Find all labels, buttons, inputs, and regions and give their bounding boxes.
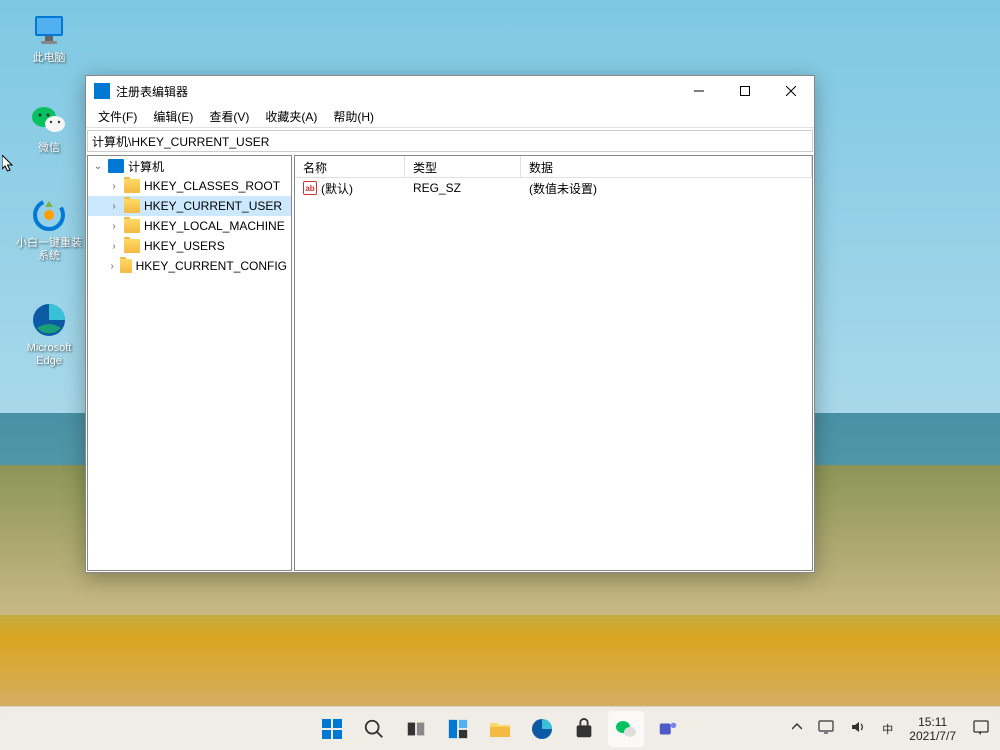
string-value-icon: ab xyxy=(303,181,317,195)
minimize-button[interactable] xyxy=(676,76,722,106)
value-name: (默认) xyxy=(321,180,353,197)
folder-icon xyxy=(124,179,140,193)
tree-root[interactable]: ⌄ 计算机 xyxy=(88,156,291,176)
tray-clock[interactable]: 15:11 2021/7/7 xyxy=(905,713,960,745)
wechat-icon xyxy=(29,100,69,140)
edge-button[interactable] xyxy=(524,711,560,747)
monitor-icon xyxy=(29,10,69,50)
tree-item-hklm[interactable]: › HKEY_LOCAL_MACHINE xyxy=(88,216,291,236)
expand-icon[interactable]: › xyxy=(108,241,120,252)
maximize-button[interactable] xyxy=(722,76,768,106)
desktop-icon-label: 微信 xyxy=(14,142,84,155)
teams-button[interactable] xyxy=(650,711,686,747)
regedit-window: 注册表编辑器 文件(F) 编辑(E) 查看(V) 收藏夹(A) 帮助(H) 计算… xyxy=(85,75,815,573)
tree-item-hku[interactable]: › HKEY_USERS xyxy=(88,236,291,256)
computer-icon xyxy=(108,159,124,173)
reinstall-icon xyxy=(29,195,69,235)
expand-icon[interactable]: › xyxy=(108,201,120,212)
tree-item-label: HKEY_CURRENT_CONFIG xyxy=(136,259,287,273)
edge-icon xyxy=(29,300,69,340)
tray-date: 2021/7/7 xyxy=(909,729,956,743)
menu-favorites[interactable]: 收藏夹(A) xyxy=(257,106,325,127)
task-view-button[interactable] xyxy=(398,711,434,747)
tree-item-hkcc[interactable]: › HKEY_CURRENT_CONFIG xyxy=(88,256,291,276)
desktop-icon-wechat[interactable]: 微信 xyxy=(14,100,84,155)
value-type: REG_SZ xyxy=(405,179,521,197)
desktop-icon-label: Microsoft Edge xyxy=(14,342,84,368)
tray-overflow[interactable] xyxy=(788,720,806,737)
menu-help[interactable]: 帮助(H) xyxy=(325,106,382,127)
col-name[interactable]: 名称 xyxy=(295,156,405,177)
wechat-button[interactable] xyxy=(608,711,644,747)
window-title: 注册表编辑器 xyxy=(116,83,676,100)
folder-icon xyxy=(124,199,140,213)
list-header: 名称 类型 数据 xyxy=(295,156,812,178)
menubar: 文件(F) 编辑(E) 查看(V) 收藏夹(A) 帮助(H) xyxy=(86,106,814,128)
collapse-icon[interactable]: ⌄ xyxy=(92,161,104,172)
expand-icon[interactable]: › xyxy=(108,261,116,272)
titlebar[interactable]: 注册表编辑器 xyxy=(86,76,814,106)
tree-item-label: HKEY_CLASSES_ROOT xyxy=(144,179,280,193)
desktop-icon-reinstall[interactable]: 小白一键重装系统 xyxy=(14,195,84,263)
widgets-button[interactable] xyxy=(440,711,476,747)
search-button[interactable] xyxy=(356,711,392,747)
tree-root-label: 计算机 xyxy=(128,158,164,175)
store-button[interactable] xyxy=(566,711,602,747)
tree-item-label: HKEY_USERS xyxy=(144,239,225,253)
tray-monitor-icon[interactable] xyxy=(814,717,838,740)
expand-icon[interactable]: › xyxy=(108,181,120,192)
menu-file[interactable]: 文件(F) xyxy=(90,106,145,127)
expand-icon[interactable]: › xyxy=(108,221,120,232)
tray-time: 15:11 xyxy=(909,715,956,729)
close-button[interactable] xyxy=(768,76,814,106)
col-type[interactable]: 类型 xyxy=(405,156,521,177)
tree-item-hkcu[interactable]: › HKEY_CURRENT_USER xyxy=(88,196,291,216)
taskbar: 中 15:11 2021/7/7 xyxy=(0,706,1000,750)
menu-edit[interactable]: 编辑(E) xyxy=(145,106,201,127)
value-data: (数值未设置) xyxy=(521,178,812,199)
explorer-button[interactable] xyxy=(482,711,518,747)
folder-icon xyxy=(124,239,140,253)
tray-volume-icon[interactable] xyxy=(846,717,870,740)
start-button[interactable] xyxy=(314,711,350,747)
tray-notifications-icon[interactable] xyxy=(968,716,994,741)
folder-icon xyxy=(124,219,140,233)
tray-ime[interactable]: 中 xyxy=(878,719,897,739)
tree-item-label: HKEY_LOCAL_MACHINE xyxy=(144,219,285,233)
tree-panel: ⌄ 计算机 › HKEY_CLASSES_ROOT › HKEY_CURRENT… xyxy=(87,155,292,571)
folder-icon xyxy=(120,259,131,273)
desktop-icon-this-pc[interactable]: 此电脑 xyxy=(14,10,84,65)
regedit-icon xyxy=(94,83,110,99)
list-panel: 名称 类型 数据 ab (默认) REG_SZ (数值未设置) xyxy=(294,155,813,571)
tree-item-hkcr[interactable]: › HKEY_CLASSES_ROOT xyxy=(88,176,291,196)
desktop-icon-edge[interactable]: Microsoft Edge xyxy=(14,300,84,368)
list-row[interactable]: ab (默认) REG_SZ (数值未设置) xyxy=(295,178,812,198)
col-data[interactable]: 数据 xyxy=(521,156,812,177)
desktop-icon-label: 小白一键重装系统 xyxy=(14,237,84,263)
desktop-icon-label: 此电脑 xyxy=(14,52,84,65)
address-bar[interactable]: 计算机\HKEY_CURRENT_USER xyxy=(87,130,813,152)
menu-view[interactable]: 查看(V) xyxy=(201,106,257,127)
tree-item-label: HKEY_CURRENT_USER xyxy=(144,199,282,213)
